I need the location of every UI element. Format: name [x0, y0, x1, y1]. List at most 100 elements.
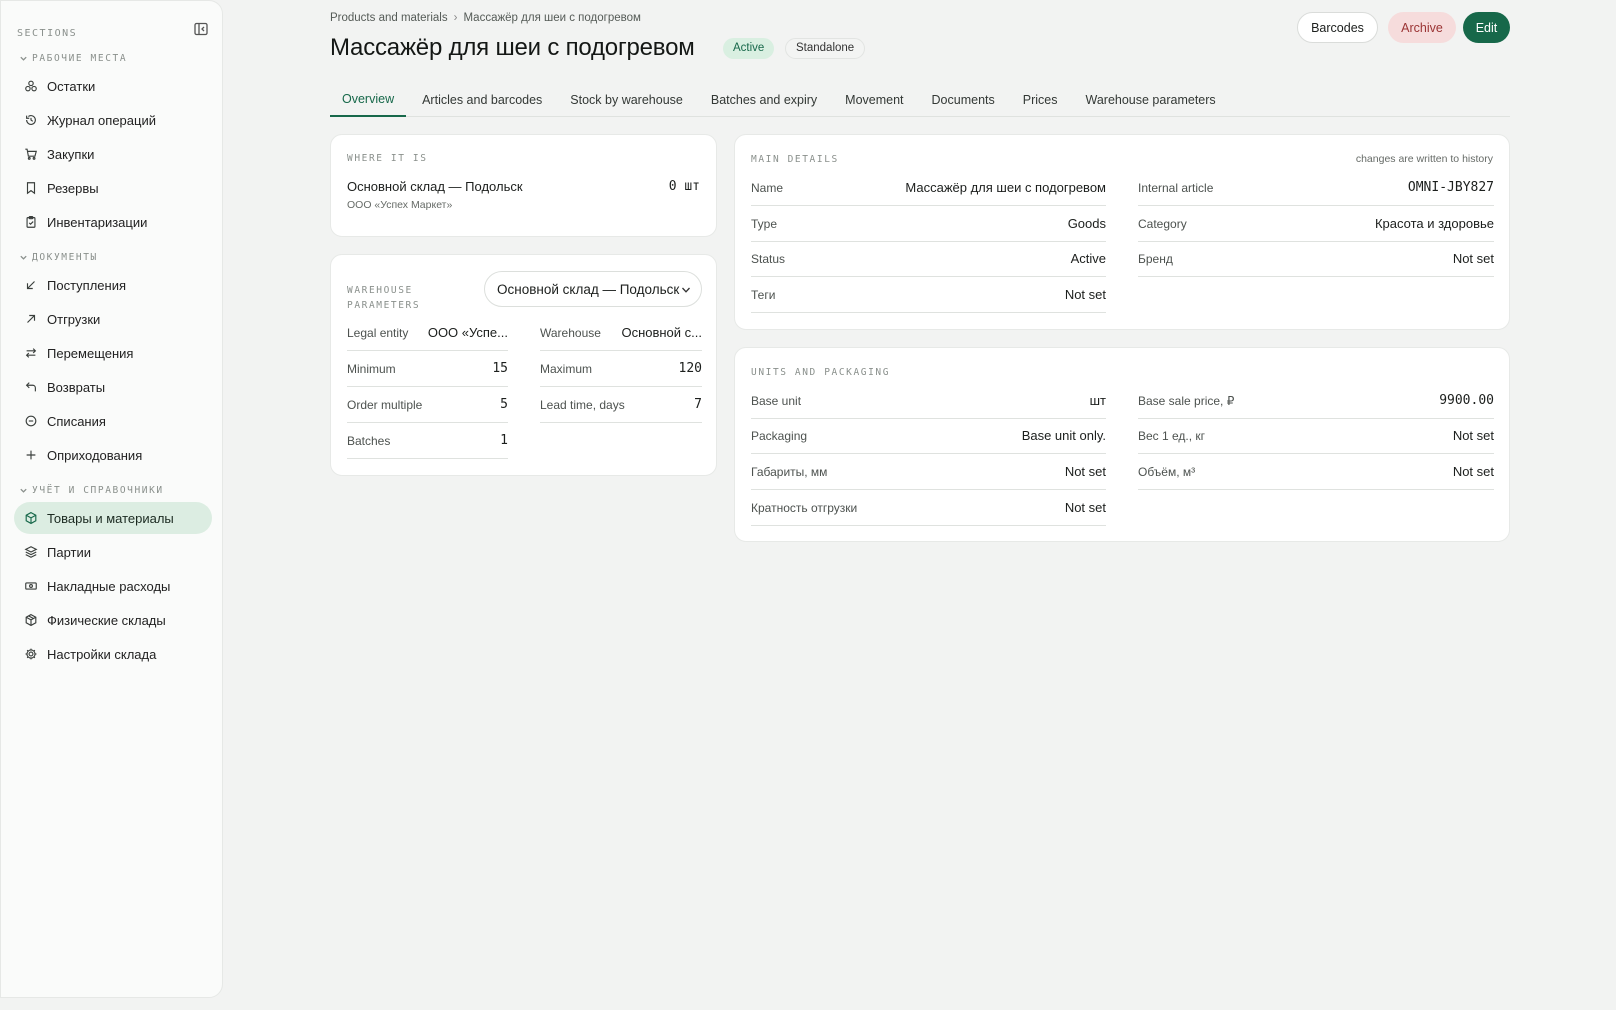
sidebar-item-reserves[interactable]: Резервы — [14, 172, 212, 204]
detail-row-tags: Теги Not set — [751, 277, 1106, 313]
warehouse-select[interactable]: Основной склад — Подольск — [484, 271, 702, 307]
param-row-order-multiple: Order multiple 5 — [347, 387, 508, 423]
detail-row-internal-article: Internal article OMNI-JBY827 — [1138, 170, 1494, 206]
tab-prices[interactable]: Prices — [1011, 82, 1070, 117]
warehouse-parameters-card: WAREHOUSE PARAMETERS Основной склад — По… — [330, 254, 717, 476]
group-label-text: РАБОЧИЕ МЕСТА — [32, 53, 128, 64]
tab-movement[interactable]: Movement — [833, 82, 915, 117]
sidebar-item-journal[interactable]: Журнал операций — [14, 104, 212, 136]
param-value: ООО «Успе... — [427, 325, 508, 340]
param-row-maximum: Maximum 120 — [540, 351, 702, 387]
sidebar-title: SECTIONS — [17, 28, 78, 39]
where-card-label: WHERE IT IS — [347, 153, 428, 164]
detail-row-name: Name Массажёр для шеи с подогревом — [751, 170, 1106, 206]
gear-icon — [25, 648, 37, 660]
cart-icon — [25, 148, 37, 160]
tab-documents[interactable]: Documents — [920, 82, 1007, 117]
unit-row-shipment-multiple: Кратность отгрузки Not set — [751, 490, 1106, 526]
group-label-text: УЧЁТ И СПРАВОЧНИКИ — [32, 485, 164, 496]
chevron-down-icon — [20, 488, 27, 493]
tab-overview[interactable]: Overview — [330, 82, 407, 117]
detail-label: Бренд — [1138, 251, 1173, 266]
detail-label: Category — [1138, 216, 1187, 231]
sidebar-item-purchases[interactable]: Закупки — [14, 138, 212, 170]
group-label-workspaces[interactable]: РАБОЧИЕ МЕСТА — [19, 53, 127, 64]
barcodes-button[interactable]: Barcodes — [1297, 12, 1378, 43]
unit-row-volume: Объём, м³ Not set — [1138, 454, 1494, 490]
unit-label: Габариты, мм — [751, 464, 828, 479]
sidebar-item-label: Накладные расходы — [47, 578, 171, 594]
breadcrumb-separator: › — [453, 12, 458, 24]
param-value: 15 — [492, 361, 508, 376]
edit-button[interactable]: Edit — [1463, 12, 1510, 43]
param-value: Основной с... — [621, 325, 702, 340]
sidebar-item-postings[interactable]: Оприходования — [14, 439, 212, 471]
unit-value: Not set — [1452, 464, 1494, 479]
warehouse-parameters-label: WAREHOUSE PARAMETERS — [347, 285, 421, 311]
package-icon — [25, 613, 37, 627]
unit-label: Base unit — [751, 393, 802, 408]
detail-value: Not set — [1452, 251, 1494, 266]
sidebar-item-overheads[interactable]: Накладные расходы — [14, 570, 212, 602]
minus-circle-icon — [25, 415, 37, 427]
tab-stock-by-warehouse[interactable]: Stock by warehouse — [558, 82, 695, 117]
sidebar-item-transfers[interactable]: Перемещения — [14, 337, 212, 369]
detail-value: Массажёр для шеи с подогревом — [905, 180, 1106, 195]
detail-label: Теги — [751, 287, 776, 302]
param-label: Minimum — [347, 361, 396, 376]
tab-batches-expiry[interactable]: Batches and expiry — [699, 82, 829, 117]
param-row-warehouse: Warehouse Основной с... — [540, 315, 702, 351]
unit-value: 9900.00 — [1439, 393, 1494, 408]
sidebar-header: SECTIONS — [17, 21, 209, 39]
sidebar-item-label: Партии — [47, 544, 91, 560]
main-details-card: MAIN DETAILS changes are written to hist… — [734, 134, 1510, 330]
unit-value: Not set — [1064, 464, 1106, 479]
sidebar-item-label: Возвраты — [47, 379, 106, 395]
unit-label: Вес 1 ед., кг — [1138, 428, 1206, 443]
group-label-references[interactable]: УЧЁТ И СПРАВОЧНИКИ — [19, 485, 164, 496]
breadcrumb-current: Массажёр для шеи с подогревом — [463, 12, 641, 24]
sidebar-item-label: Инвентаризации — [47, 214, 148, 230]
sidebar-item-receipts[interactable]: Поступления — [14, 269, 212, 301]
chevron-down-icon — [20, 56, 27, 61]
sidebar-item-warehouse-settings[interactable]: Настройки склада — [14, 638, 212, 670]
history-icon — [26, 115, 36, 125]
group-label-documents[interactable]: ДОКУМЕНТЫ — [19, 252, 98, 263]
sidebar-item-products[interactable]: Товары и материалы — [14, 502, 212, 534]
archive-button[interactable]: Archive — [1388, 12, 1456, 43]
tab-articles-barcodes[interactable]: Articles and barcodes — [410, 82, 554, 117]
sidebar-item-label: Товары и материалы — [47, 510, 174, 526]
clipboard-icon — [26, 216, 36, 228]
param-label: Lead time, days — [540, 397, 625, 412]
sidebar-item-label: Списания — [47, 413, 106, 429]
detail-label: Name — [751, 180, 784, 195]
sidebar-item-batches[interactable]: Партии — [14, 536, 212, 568]
sidebar-item-stock[interactable]: Остатки — [14, 70, 212, 102]
detail-value: Goods — [1067, 216, 1106, 231]
param-value: 5 — [500, 397, 508, 412]
sidebar-item-writeoffs[interactable]: Списания — [14, 405, 212, 437]
unit-row-base-unit: Base unit шт — [751, 383, 1106, 419]
param-value: 7 — [694, 397, 702, 412]
breadcrumb: Products and materials › Массажёр для ше… — [330, 12, 641, 24]
arrow-down-left-icon — [26, 281, 35, 290]
breadcrumb-link-products[interactable]: Products and materials — [330, 12, 448, 24]
sidebar-item-physical-warehouses[interactable]: Физические склады — [14, 604, 212, 636]
chevron-down-icon — [20, 255, 27, 260]
sidebar: SECTIONS РАБОЧИЕ МЕСТА Остатки Журнал оп… — [0, 0, 223, 998]
group-label-text: ДОКУМЕНТЫ — [32, 252, 98, 263]
sidebar-collapse-icon[interactable] — [193, 21, 209, 37]
sidebar-item-label: Настройки склада — [47, 646, 157, 662]
sidebar-item-returns[interactable]: Возвраты — [14, 371, 212, 403]
sidebar-item-shipments[interactable]: Отгрузки — [14, 303, 212, 335]
bookmark-icon — [26, 182, 36, 195]
where-card: WHERE IT IS Основной склад — Подольск 0 … — [330, 134, 717, 237]
where-quantity: 0 шт — [668, 179, 700, 194]
sidebar-item-inventories[interactable]: Инвентаризации — [14, 206, 212, 238]
warehouse-select-value: Основной склад — Подольск — [497, 281, 680, 297]
sidebar-item-label: Закупки — [47, 146, 95, 162]
param-label: Maximum — [540, 361, 593, 376]
tab-warehouse-parameters[interactable]: Warehouse parameters — [1074, 82, 1228, 117]
sidebar-item-label: Остатки — [47, 78, 96, 94]
stock-icon — [25, 80, 37, 92]
